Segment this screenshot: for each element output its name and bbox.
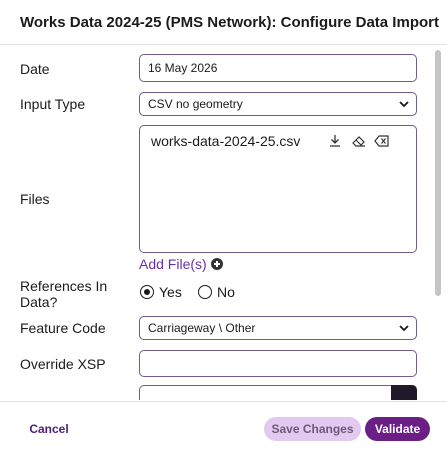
add-files-label: Add File(s) bbox=[139, 256, 207, 272]
configure-import-dialog: Works Data 2024-25 (PMS Network): Config… bbox=[0, 0, 447, 459]
next-field-partial[interactable] bbox=[139, 385, 417, 400]
feature-code-value: Carriageway \ Other bbox=[148, 321, 256, 335]
cancel-button[interactable]: Cancel bbox=[18, 417, 80, 441]
dialog-body: Date 16 May 2026 Input Type CSV no geome… bbox=[0, 45, 447, 400]
references-no-label: No bbox=[217, 284, 235, 300]
override-xsp-input[interactable] bbox=[139, 350, 417, 377]
save-changes-button[interactable]: Save Changes bbox=[264, 417, 361, 441]
references-no-option[interactable]: No bbox=[198, 284, 235, 300]
add-files-link[interactable]: Add File(s) bbox=[139, 256, 223, 272]
feature-code-label: Feature Code bbox=[20, 320, 106, 336]
file-name: works-data-2024-25.csv bbox=[151, 133, 301, 149]
feature-code-select[interactable]: Carriageway \ Other bbox=[139, 316, 417, 340]
file-actions bbox=[328, 134, 390, 148]
input-type-label: Input Type bbox=[20, 96, 86, 112]
chevron-down-icon bbox=[399, 101, 409, 108]
eraser-icon[interactable] bbox=[351, 134, 367, 148]
date-label: Date bbox=[20, 61, 50, 77]
chevron-down-icon bbox=[399, 325, 409, 332]
field-button[interactable] bbox=[391, 385, 417, 400]
file-item: works-data-2024-25.csv bbox=[151, 133, 300, 149]
footer-divider bbox=[0, 401, 447, 402]
scrollbar-thumb[interactable] bbox=[435, 50, 441, 296]
files-label: Files bbox=[20, 191, 50, 207]
validate-button[interactable]: Validate bbox=[365, 417, 430, 441]
override-xsp-label: Override XSP bbox=[20, 356, 106, 372]
references-yes-label: Yes bbox=[159, 284, 182, 300]
date-input[interactable]: 16 May 2026 bbox=[139, 54, 417, 82]
references-yes-option[interactable]: Yes bbox=[140, 284, 182, 300]
download-icon[interactable] bbox=[328, 134, 344, 148]
add-circle-icon bbox=[210, 258, 223, 270]
dialog-title: Works Data 2024-25 (PMS Network): Config… bbox=[20, 14, 439, 31]
radio-no[interactable] bbox=[198, 285, 212, 299]
dialog-scrollbar[interactable] bbox=[434, 48, 442, 396]
input-type-select[interactable]: CSV no geometry bbox=[139, 92, 417, 116]
input-type-value: CSV no geometry bbox=[148, 97, 243, 111]
radio-yes-selected[interactable] bbox=[140, 285, 154, 299]
files-list: works-data-2024-25.csv bbox=[139, 125, 417, 253]
backspace-icon[interactable] bbox=[374, 134, 390, 148]
references-label: References In Data? bbox=[20, 278, 108, 310]
